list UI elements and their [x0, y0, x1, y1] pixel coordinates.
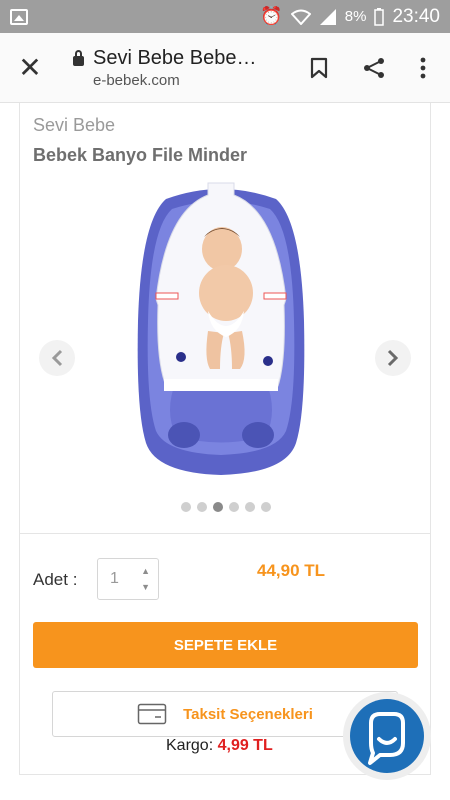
- url-block[interactable]: Sevi Bebe Bebe… e-bebek.com: [60, 47, 310, 89]
- alarm-icon: ⏰: [260, 6, 283, 26]
- wifi-icon: [290, 9, 311, 25]
- quantity-label: Adet :: [33, 570, 78, 589]
- pagination-dot[interactable]: [261, 502, 271, 512]
- next-image-button[interactable]: [375, 340, 411, 376]
- prev-image-button[interactable]: [39, 340, 75, 376]
- divider: [20, 533, 430, 534]
- pagination-dot[interactable]: [213, 502, 223, 512]
- lock-icon: [73, 50, 84, 66]
- add-to-cart-button[interactable]: SEPETE EKLE: [33, 622, 418, 668]
- page-domain: e-bebek.com: [93, 71, 180, 89]
- pagination-dot[interactable]: [181, 502, 191, 512]
- pagination-dot[interactable]: [229, 502, 239, 512]
- product-card: Sevi Bebe Bebek Banyo File Minder Adet:…: [19, 103, 431, 775]
- pagination-dot[interactable]: [245, 502, 255, 512]
- gallery-notification-icon: [10, 8, 28, 25]
- installment-options-label: Taksit Seçenekleri: [183, 705, 313, 723]
- chat-support-button[interactable]: [350, 699, 424, 773]
- status-bar: ⏰ 8% 23:40: [0, 0, 450, 33]
- chat-support-icon: [368, 712, 405, 765]
- status-icons: ⏰ 8% 23:40: [260, 6, 440, 28]
- product-title: Bebek Banyo File Minder: [33, 145, 248, 165]
- battery-percent: 8%: [344, 8, 367, 25]
- browser-toolbar: ✕ Sevi Bebe Bebe… e-bebek.com: [0, 33, 450, 103]
- close-icon[interactable]: ✕: [0, 51, 60, 84]
- chat-support-wrapper: [343, 692, 431, 780]
- page-title: Sevi Bebe Bebe…: [93, 46, 257, 69]
- share-icon[interactable]: [362, 56, 386, 80]
- signal-icon: [319, 8, 336, 25]
- pagination-dot[interactable]: [197, 502, 207, 512]
- chevron-right-icon: [387, 349, 399, 367]
- shipping-amount: 4,99 TL: [217, 737, 273, 754]
- bookmark-icon[interactable]: [310, 57, 328, 79]
- credit-card-icon: [137, 703, 167, 725]
- quantity-value[interactable]: 1: [110, 570, 119, 588]
- product-brand[interactable]: Sevi Bebe: [33, 115, 115, 136]
- increment-icon[interactable]: ▲: [141, 566, 150, 576]
- chevron-left-icon: [51, 349, 63, 367]
- more-vertical-icon[interactable]: [420, 57, 426, 79]
- shipping-cost: Kargo: 4,99 TL: [166, 737, 273, 755]
- product-price: 44,90 TL: [257, 561, 326, 580]
- decrement-icon[interactable]: ▼: [141, 582, 150, 592]
- battery-icon: [374, 7, 385, 26]
- shipping-label: Kargo:: [166, 737, 214, 754]
- quantity-stepper[interactable]: 1 ▲ ▼: [97, 558, 159, 600]
- product-image[interactable]: [136, 181, 306, 477]
- clock: 23:40: [392, 5, 440, 27]
- image-pagination: [181, 502, 271, 512]
